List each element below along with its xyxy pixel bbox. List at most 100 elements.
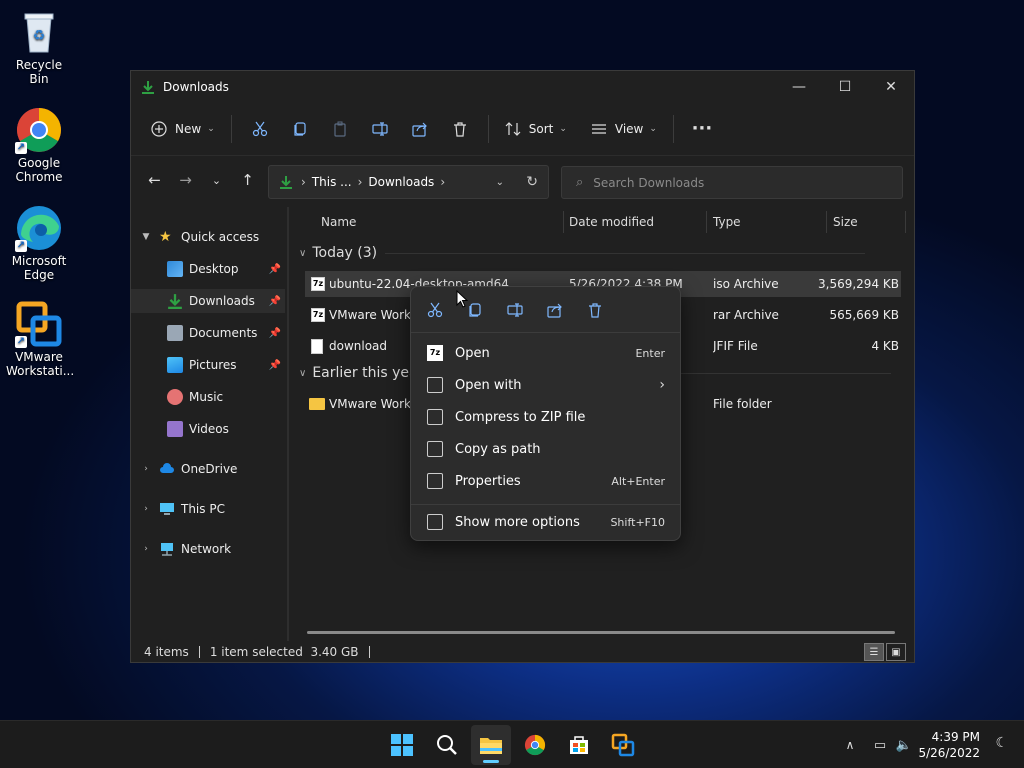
start-button[interactable]: [382, 725, 422, 765]
back-button[interactable]: ←: [139, 164, 170, 196]
column-header-size[interactable]: Size: [833, 215, 858, 229]
forward-button[interactable]: →: [170, 164, 201, 196]
cut-button[interactable]: [240, 113, 280, 145]
navigation-pane: ▼ ★ Quick access Desktop 📌 Downloads 📌 D…: [131, 207, 289, 641]
edge-icon: ↗: [15, 204, 63, 252]
group-header-today[interactable]: ∨ Today (3): [299, 245, 866, 261]
trash-icon: [589, 302, 601, 318]
sidebar-label: Videos: [189, 422, 229, 436]
volume-icon[interactable]: 🔈: [892, 738, 916, 753]
sidebar-label: OneDrive: [181, 462, 238, 476]
menu-item-label: Open: [455, 345, 490, 361]
taskbar-microsoft-store[interactable]: [559, 725, 599, 765]
sidebar-item-desktop[interactable]: Desktop 📌: [167, 257, 285, 281]
horizontal-scrollbar[interactable]: [307, 631, 895, 634]
file-size: 3,569,294 KB: [818, 277, 899, 291]
ctx-delete-button[interactable]: [575, 293, 615, 327]
chevron-right-icon: ›: [301, 175, 306, 189]
maximize-button[interactable]: ☐: [822, 71, 868, 102]
menu-item-open[interactable]: 7z Open Enter: [417, 338, 675, 368]
paste-button[interactable]: [320, 113, 360, 145]
menu-item-copy-as-path[interactable]: Copy as path: [417, 434, 675, 464]
recent-locations-button[interactable]: ⌄: [201, 164, 232, 196]
videos-icon: [167, 421, 183, 437]
chevron-down-icon: ⌄: [207, 123, 215, 134]
copy-button[interactable]: [280, 113, 320, 145]
address-dropdown-icon[interactable]: ⌄: [496, 177, 504, 188]
search-button[interactable]: [427, 725, 467, 765]
chevron-down-icon: ⌄: [211, 173, 222, 187]
share-button[interactable]: [400, 113, 440, 145]
taskbar-clock[interactable]: 4:39 PM 5/26/2022: [918, 729, 980, 761]
column-header-name[interactable]: Name: [321, 215, 356, 229]
vmware-icon: [611, 733, 635, 757]
chevron-down-icon: ∨: [299, 367, 307, 379]
more-options-button[interactable]: ···: [682, 113, 722, 145]
view-button[interactable]: View ⌄: [583, 113, 665, 145]
desktop-icon-chrome[interactable]: ↗ Google Chrome: [6, 106, 72, 184]
file-size: 565,669 KB: [829, 308, 899, 322]
menu-item-label: Compress to ZIP file: [455, 409, 586, 425]
breadcrumb-downloads[interactable]: Downloads: [368, 175, 434, 189]
search-box[interactable]: ⌕: [561, 166, 903, 199]
desktop-icon-recycle-bin[interactable]: ♻ Recycle Bin: [6, 8, 72, 86]
sidebar-item-quick-access[interactable]: ▼ ★ Quick access: [139, 225, 260, 249]
taskbar-chrome[interactable]: [515, 725, 555, 765]
ctx-cut-button[interactable]: [415, 293, 455, 327]
chevron-down-icon: ▼: [142, 232, 150, 242]
title-bar[interactable]: Downloads — ☐ ✕: [131, 71, 914, 102]
chevron-right-icon: ›: [144, 544, 148, 554]
details-view-button[interactable]: ☰: [864, 643, 884, 661]
menu-item-show-more-options[interactable]: Show more options Shift+F10: [417, 507, 675, 537]
sidebar-item-network[interactable]: › Network: [139, 537, 231, 561]
taskbar-file-explorer[interactable]: [471, 725, 511, 765]
taskbar-vmware[interactable]: [603, 725, 643, 765]
column-header-type[interactable]: Type: [713, 215, 741, 229]
sidebar-item-documents[interactable]: Documents 📌: [167, 321, 285, 345]
sidebar-item-this-pc[interactable]: › This PC: [139, 497, 225, 521]
network-status-icon[interactable]: ▭: [868, 738, 892, 753]
archive-file-icon: 7z: [311, 277, 325, 291]
new-button[interactable]: New ⌄: [143, 113, 223, 145]
focus-assist-icon[interactable]: ☾: [995, 735, 1008, 751]
sidebar-item-videos[interactable]: Videos: [167, 417, 285, 441]
desktop-icon-vmware[interactable]: ↗ VMware Workstati...: [6, 300, 74, 378]
up-button[interactable]: ↑: [232, 164, 263, 196]
share-icon: [412, 122, 427, 137]
search-input[interactable]: [593, 175, 884, 190]
rename-button[interactable]: [360, 113, 400, 145]
recycle-bin-icon: ♻: [15, 8, 63, 56]
tiles-view-button[interactable]: ▣: [886, 643, 906, 661]
file-type: File folder: [713, 397, 772, 411]
breadcrumb-this-pc[interactable]: This ...: [312, 175, 352, 189]
show-hidden-icons-button[interactable]: ∧: [840, 738, 860, 752]
file-name: download: [329, 339, 388, 353]
ctx-rename-button[interactable]: [495, 293, 535, 327]
menu-item-compress-zip[interactable]: Compress to ZIP file: [417, 402, 675, 432]
menu-item-open-with[interactable]: Open with ›: [417, 370, 675, 400]
menu-item-shortcut: Shift+F10: [610, 515, 665, 529]
sidebar-label: Downloads: [189, 294, 255, 308]
sidebar-label: This PC: [181, 502, 225, 516]
sidebar-label: Pictures: [189, 358, 237, 372]
address-bar[interactable]: › This ... › Downloads › ⌄ ↻: [268, 165, 549, 199]
menu-item-properties[interactable]: Properties Alt+Enter: [417, 466, 675, 496]
file-size: 4 KB: [871, 339, 899, 353]
context-quick-actions: [411, 287, 680, 333]
desktop-icon-edge[interactable]: ↗ Microsoft Edge: [6, 204, 72, 282]
paste-icon: [334, 121, 346, 137]
close-button[interactable]: ✕: [868, 71, 914, 102]
search-icon: [437, 735, 457, 755]
sidebar-item-music[interactable]: Music: [167, 385, 285, 409]
sidebar-item-onedrive[interactable]: › OneDrive: [139, 457, 237, 481]
sidebar-item-pictures[interactable]: Pictures 📌: [167, 353, 285, 377]
minimize-button[interactable]: —: [776, 71, 822, 102]
ctx-share-button[interactable]: [535, 293, 575, 327]
sort-button[interactable]: Sort ⌄: [497, 113, 575, 145]
pin-icon: 📌: [268, 263, 281, 275]
refresh-icon[interactable]: ↻: [526, 174, 538, 190]
column-header-date[interactable]: Date modified: [569, 215, 654, 229]
sidebar-item-downloads[interactable]: Downloads 📌: [131, 289, 285, 313]
mouse-cursor-icon: [456, 290, 468, 308]
delete-button[interactable]: [440, 113, 480, 145]
